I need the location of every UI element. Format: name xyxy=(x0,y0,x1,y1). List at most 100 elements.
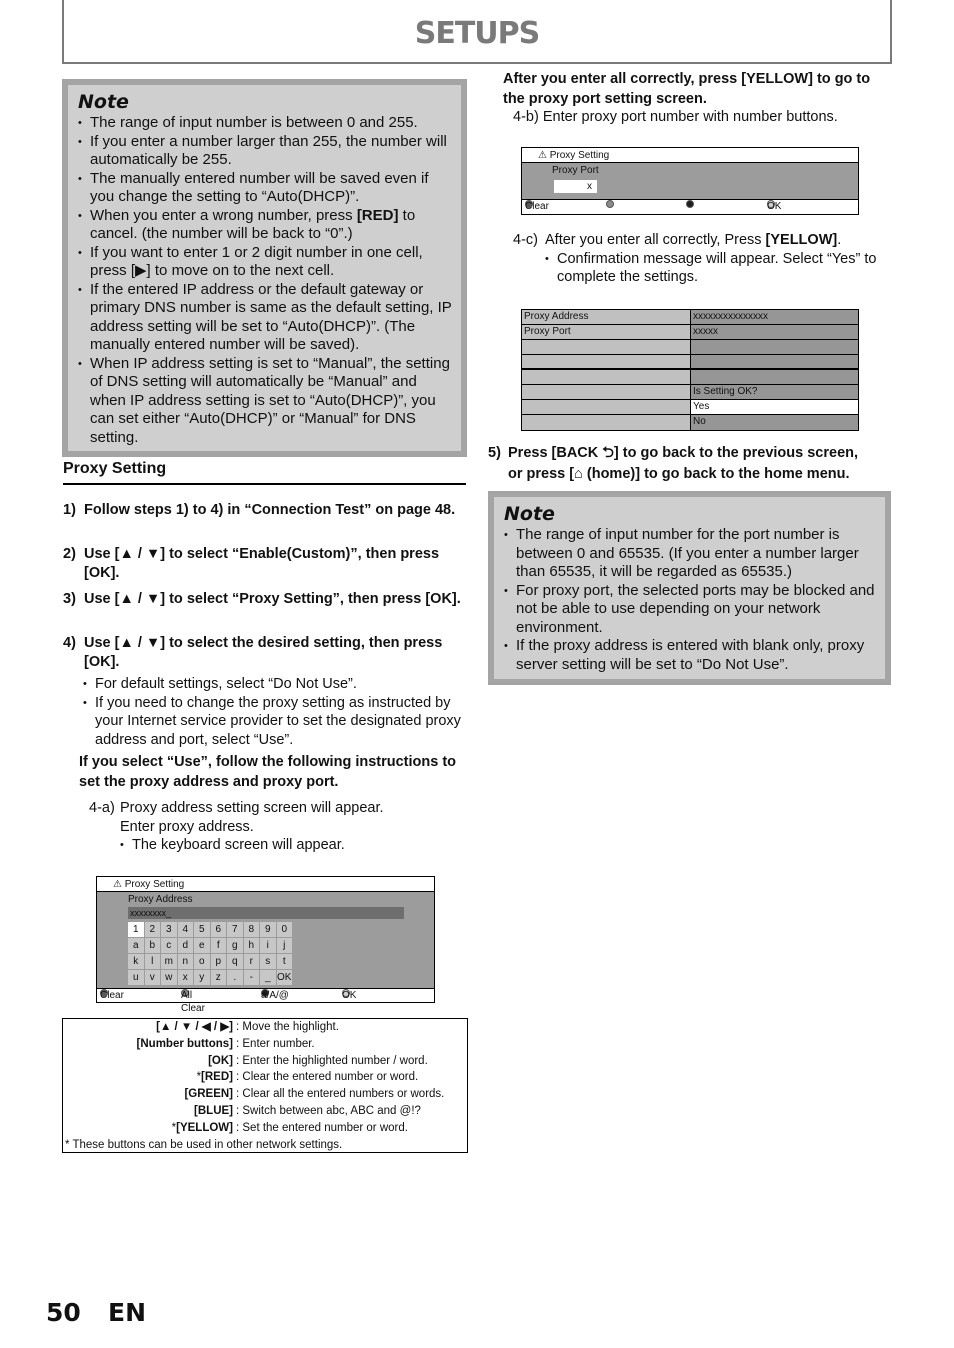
keyboard-key[interactable]: c xyxy=(161,938,177,953)
keyboard-key[interactable]: g xyxy=(227,938,243,953)
confirm-label xyxy=(522,355,691,368)
keyboard-key[interactable]: w xyxy=(161,970,177,985)
step-4a: 4-a) Proxy address setting screen will a… xyxy=(89,799,449,855)
note-title: Note xyxy=(78,91,129,113)
legend-key: [▲ / ▼ / ◀ / ▶] xyxy=(63,1019,233,1036)
step-4-options: For default settings, select “Do Not Use… xyxy=(83,675,465,749)
keyboard-key[interactable]: 2 xyxy=(144,922,160,937)
note-text: When you enter a wrong number, press xyxy=(90,206,357,224)
screen-title: Proxy Setting xyxy=(124,879,185,890)
confirm-row xyxy=(522,370,858,385)
keyboard-key[interactable]: j xyxy=(276,938,292,953)
legend-description: : Clear all the entered numbers or words… xyxy=(236,1088,445,1101)
keyboard-key[interactable]: 8 xyxy=(243,922,259,937)
proxy-port-screen: ⚠ Proxy Setting Proxy Port x Clear OK xyxy=(521,147,859,215)
keyboard-key[interactable]: m xyxy=(161,954,177,969)
keyboard-key[interactable]: y xyxy=(194,970,210,985)
keyboard-key[interactable]: 1 xyxy=(128,922,144,937)
onscreen-keyboard: 1 2 3 4 5 6 7 8 9 0 a b c d e f g h i j k l m n o p q r s t u v w x y z. - _ O… xyxy=(128,922,292,986)
legend-description: : Set the entered number or word. xyxy=(236,1121,408,1134)
legend-row: [Number buttons]: Enter number. xyxy=(63,1036,467,1053)
confirm-label xyxy=(522,400,691,414)
step-text: . xyxy=(837,232,842,248)
legend-row: [▲ / ▼ / ◀ / ▶]: Move the highlight. xyxy=(63,1019,467,1036)
keyboard-key[interactable]: 5 xyxy=(194,922,210,937)
keyboard-key[interactable]: 0 xyxy=(276,922,292,937)
home-icon: ⌂ xyxy=(574,465,583,482)
keyboard-key[interactable]: v xyxy=(144,970,160,985)
keyboard-key[interactable]: z xyxy=(210,970,226,985)
step-text: After you enter all correctly, Press xyxy=(545,232,766,248)
legend-key: *[YELLOW] xyxy=(63,1120,233,1137)
step-2: 2) Use [▲ / ▼] to select “Enable(Custom)… xyxy=(63,545,463,582)
keyboard-key[interactable]: k xyxy=(128,954,144,969)
keyboard-key[interactable]: p xyxy=(210,954,226,969)
keyboard-key[interactable]: f xyxy=(210,938,226,953)
confirm-option[interactable]: Yes xyxy=(691,400,858,414)
keyboard-key[interactable]: 7 xyxy=(227,922,243,937)
keyboard-key[interactable]: 3 xyxy=(161,922,177,937)
note-item: For proxy port, the selected ports may b… xyxy=(504,582,877,638)
keyboard-key[interactable]: 4 xyxy=(177,922,193,937)
keyboard-key[interactable]: 9 xyxy=(260,922,276,937)
keyboard-key[interactable]: h xyxy=(243,938,259,953)
step-note: Confirmation message will appear. Select… xyxy=(545,250,893,287)
step-text: Press [BACK ⮌] to go back to the previou… xyxy=(508,445,859,461)
keyboard-key[interactable]: i xyxy=(260,938,276,953)
legend-row: [GREEN]: Clear all the entered numbers o… xyxy=(63,1086,467,1103)
proxy-address-input[interactable]: xxxxxxxx_ xyxy=(128,907,404,919)
keyboard-key[interactable]: 6 xyxy=(210,922,226,937)
keyboard-key[interactable]: b xyxy=(144,938,160,953)
keyboard-key[interactable]: u xyxy=(128,970,144,985)
footer-label: All Clear xyxy=(181,990,205,1014)
keyboard-key[interactable]: x xyxy=(177,970,193,985)
legend-key: [GREEN] xyxy=(63,1086,233,1103)
step-number: 5) xyxy=(488,445,501,461)
legend-key: [OK] xyxy=(63,1053,233,1070)
confirm-label xyxy=(522,415,691,430)
note-item: If you want to enter 1 or 2 digit number… xyxy=(78,244,453,281)
step-text: Enter proxy port number with number butt… xyxy=(542,109,838,125)
keyboard-key[interactable]: OK xyxy=(276,970,292,985)
keyboard-key[interactable]: n xyxy=(177,954,193,969)
note-item: If you enter a number larger than 255, t… xyxy=(78,133,453,170)
keyboard-key[interactable]: a xyxy=(128,938,144,953)
keyboard-key[interactable]: q xyxy=(227,954,243,969)
keyboard-key[interactable]: _ xyxy=(260,970,276,985)
keyboard-key[interactable]: - xyxy=(243,970,259,985)
confirmation-screen: Proxy Address xxxxxxxxxxxxxxx Proxy Port xx… xyxy=(521,309,859,431)
red-button-ref: [RED] xyxy=(356,206,399,224)
keyboard-row: u v w x y z. - _ OK xyxy=(128,970,292,985)
confirm-option[interactable]: No xyxy=(691,415,858,430)
keyboard-key[interactable]: t xyxy=(276,954,292,969)
keyboard-key[interactable]: o xyxy=(194,954,210,969)
page-header: SETUPS xyxy=(62,0,892,64)
keyboard-key[interactable]: s xyxy=(260,954,276,969)
proxy-port-input[interactable]: x xyxy=(554,180,597,193)
footer-label: a/A/@ xyxy=(261,990,289,1001)
keyboard-key[interactable]: l xyxy=(144,954,160,969)
confirm-label xyxy=(522,385,691,399)
step-note: The keyboard screen will appear. xyxy=(120,836,449,855)
step-text: Use [▲ / ▼] to select the desired settin… xyxy=(84,635,443,670)
note-box-port: Note The range of input number for the p… xyxy=(488,491,891,685)
keyboard-key[interactable]: . xyxy=(227,970,243,985)
step-text: Enter proxy address. xyxy=(120,818,254,835)
note-list: The range of input number for the port n… xyxy=(504,526,877,674)
footer-label: Clear xyxy=(100,990,124,1001)
step-3: 3) Use [▲ / ▼] to select “Proxy Setting”… xyxy=(63,590,463,609)
field-label: Proxy Port xyxy=(552,165,599,176)
step-text: Proxy address setting screen will appear… xyxy=(120,800,384,816)
page-number: 50 xyxy=(46,1298,81,1327)
screen-body: Proxy Port x xyxy=(522,163,858,199)
keyboard-key[interactable]: e xyxy=(194,938,210,953)
keyboard-key[interactable]: r xyxy=(243,954,259,969)
confirm-row: Proxy Address xxxxxxxxxxxxxxx xyxy=(522,310,858,325)
keyboard-key[interactable]: d xyxy=(177,938,193,953)
legend-key-label: [BLUE] xyxy=(194,1104,233,1117)
legend-row: *[RED]: Clear the entered number or word… xyxy=(63,1069,467,1086)
legend-key-label: [RED] xyxy=(201,1071,233,1084)
note-item: If the entered IP address or the default… xyxy=(78,281,453,355)
step-text: (home)] to go back to the home menu. xyxy=(582,465,850,482)
keyboard-row: 1234567890 xyxy=(128,922,292,937)
